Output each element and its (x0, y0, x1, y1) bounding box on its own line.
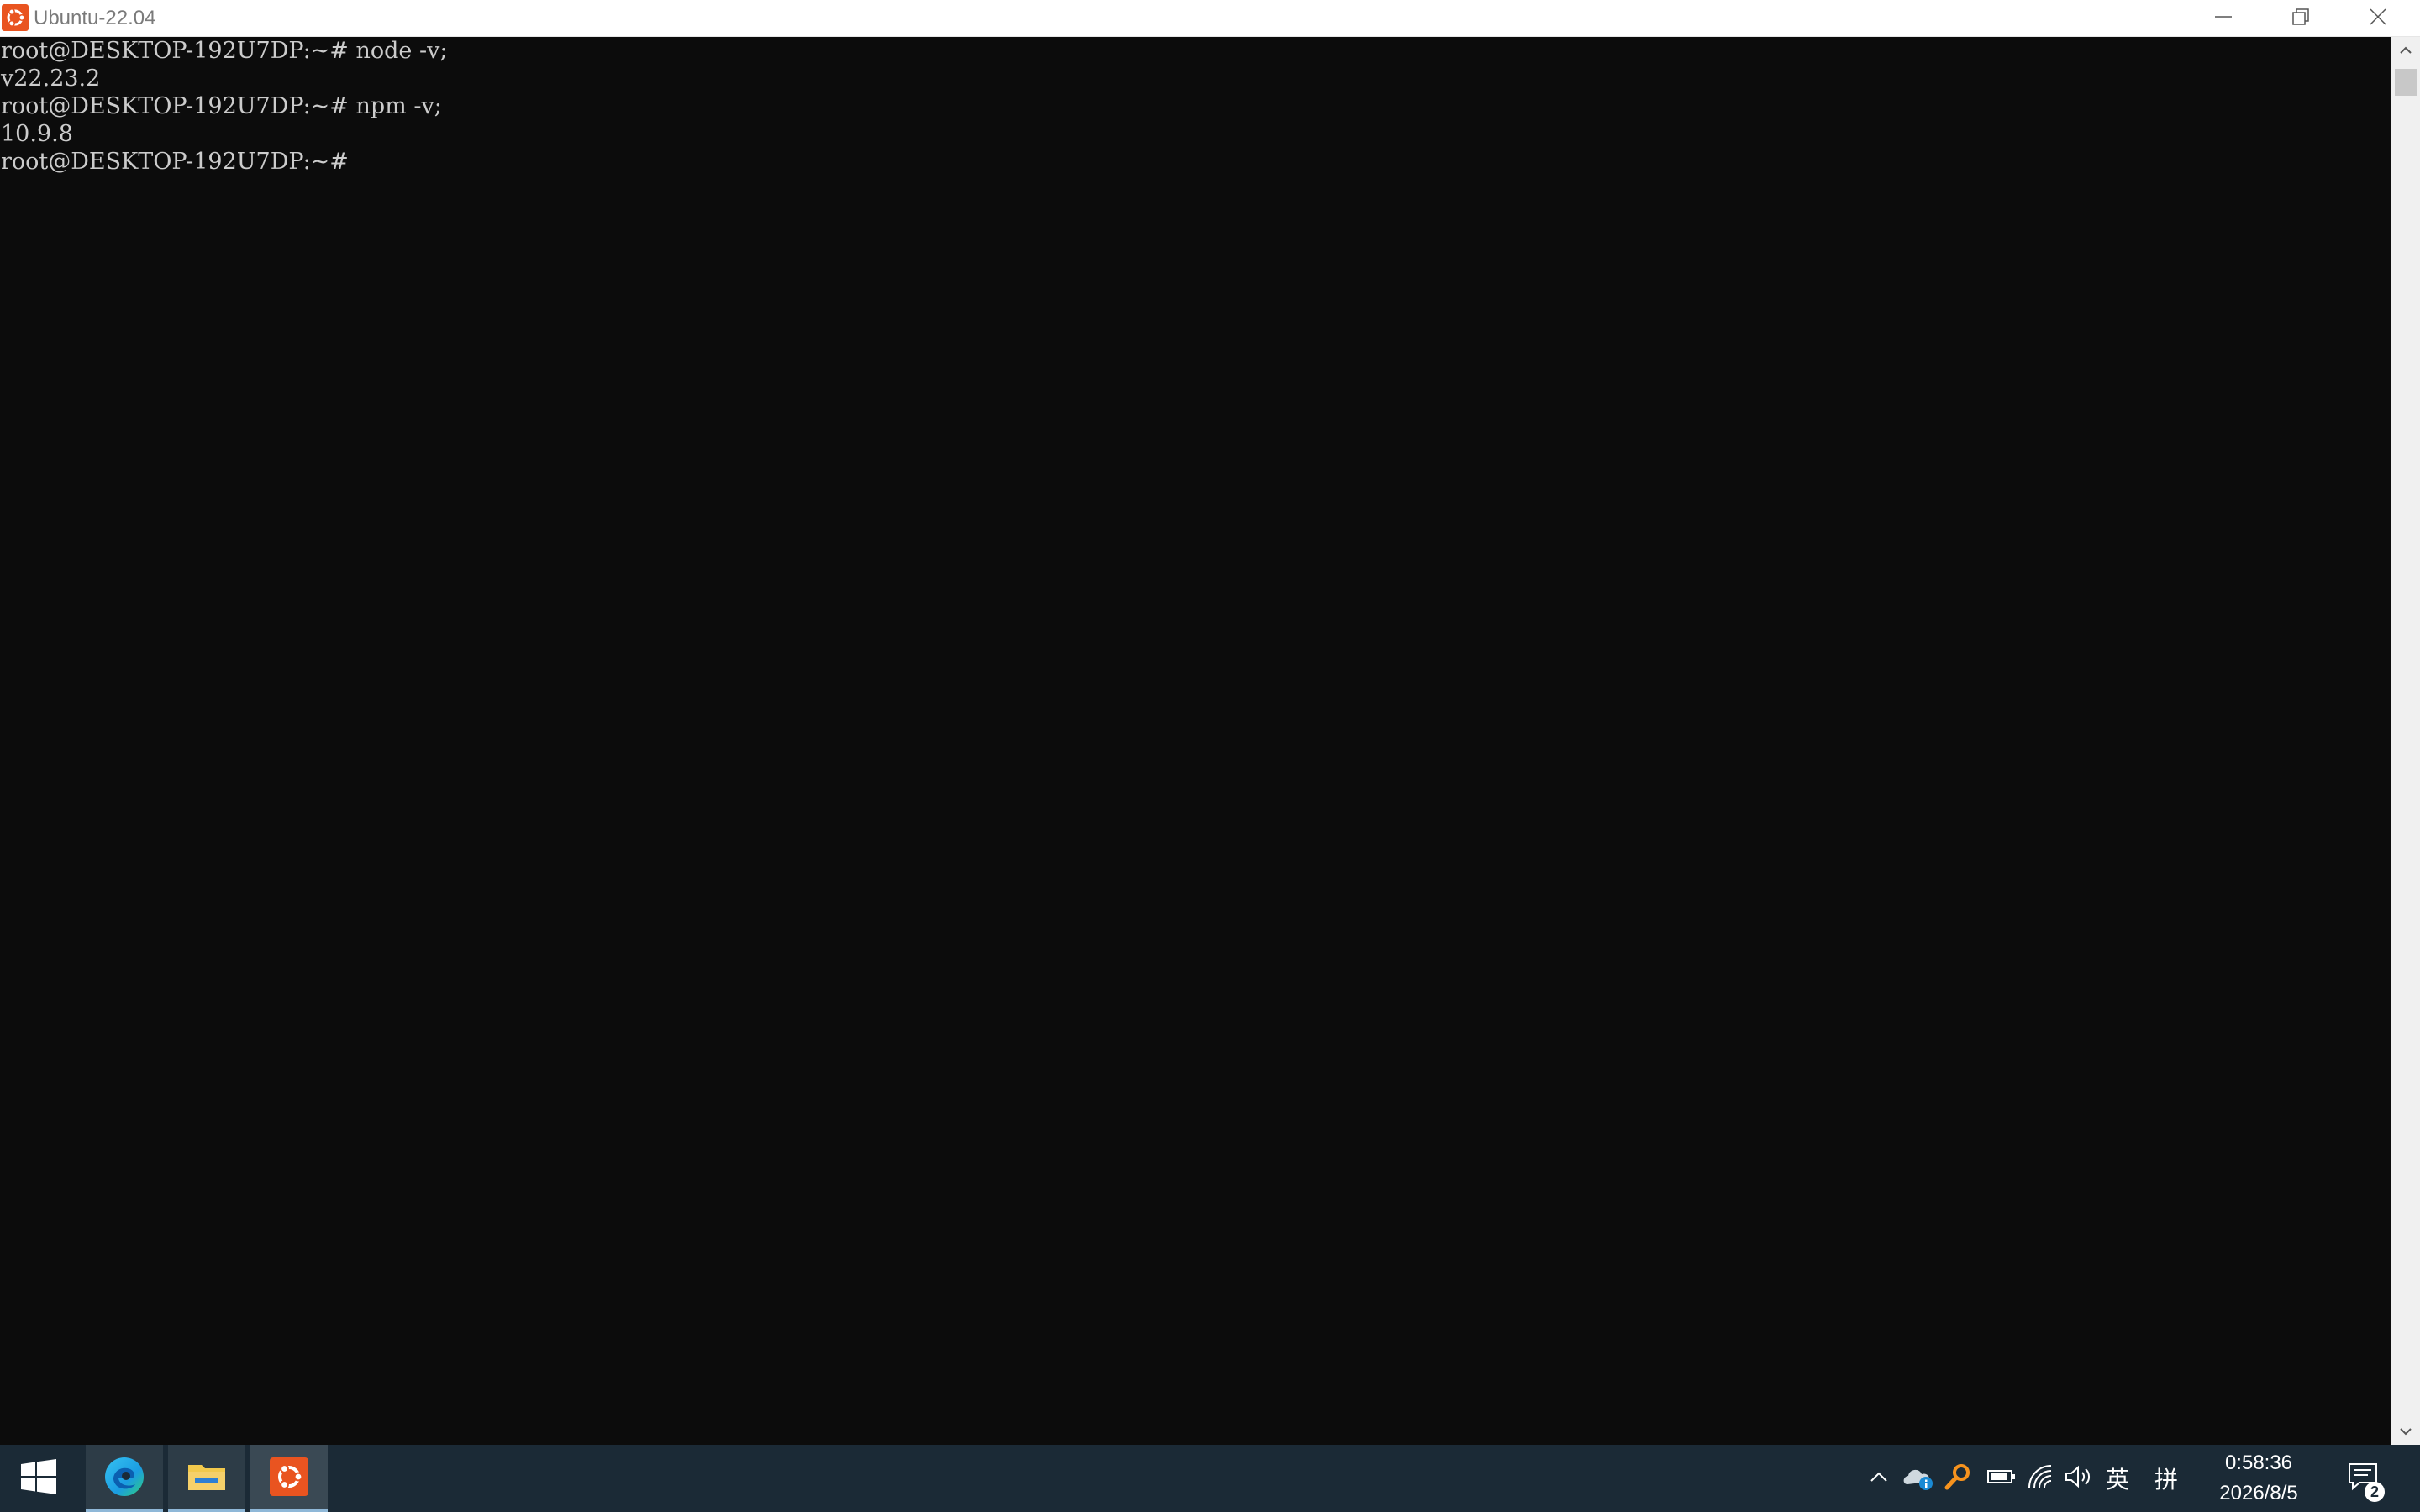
terminal-scrollbar[interactable] (2391, 37, 2420, 1445)
edge-icon (103, 1456, 145, 1501)
terminal-line: v22.23.2 (1, 66, 101, 92)
cloud-info-icon (1901, 1462, 1934, 1494)
show-hidden-icons-button[interactable] (1860, 1445, 1897, 1512)
restore-button[interactable] (2262, 0, 2339, 37)
onedrive-tray-button[interactable] (1899, 1445, 1936, 1512)
window-title: Ubuntu-22.04 (34, 7, 156, 29)
terminal-line: root@DESKTOP-192U7DP:~# node -v; (1, 38, 448, 64)
search-tray-button[interactable] (1939, 1445, 1976, 1512)
wifi-icon (2026, 1464, 2054, 1493)
ime-language-button[interactable]: 英 (2099, 1445, 2136, 1512)
windows-icon (21, 1459, 56, 1498)
terminal-line: root@DESKTOP-192U7DP:~# npm -v; (1, 93, 442, 119)
battery-tray-button[interactable] (1983, 1445, 2020, 1512)
minimize-button[interactable] (2185, 0, 2262, 37)
desktop: Ubuntu-22.04 root@DESKTOP-192U7DP:~# nod… (0, 0, 2420, 1512)
ime-mode-button[interactable]: 拼 (2148, 1445, 2185, 1512)
close-icon (2369, 8, 2387, 29)
taskbar-clock[interactable]: 0:58:36 2026/8/5 (2193, 1445, 2324, 1512)
window-titlebar[interactable]: Ubuntu-22.04 (0, 0, 2420, 37)
ubuntu-icon (270, 1457, 308, 1499)
terminal-output[interactable]: root@DESKTOP-192U7DP:~# node -v; v22.23.… (0, 37, 2391, 1445)
minimize-icon (2214, 8, 2233, 29)
magnifier-icon (1944, 1462, 1972, 1494)
speaker-icon (2064, 1464, 2094, 1493)
taskbar-file-explorer[interactable] (168, 1445, 245, 1512)
chevron-up-icon (2399, 43, 2412, 59)
network-tray-button[interactable] (2022, 1445, 2059, 1512)
ime-mode-label: 拼 (2154, 1466, 2178, 1494)
scroll-up-button[interactable] (2391, 37, 2420, 64)
clock-date: 2026/8/5 (2219, 1482, 2298, 1504)
ubuntu-icon (2, 4, 29, 31)
start-button[interactable] (0, 1445, 77, 1512)
terminal-prompt-line: root@DESKTOP-192U7DP:~# (1, 149, 349, 175)
volume-tray-button[interactable] (2060, 1445, 2097, 1512)
ime-language-label: 英 (2105, 1466, 2129, 1494)
chevron-up-icon (1869, 1470, 1889, 1487)
notification-count-badge: 2 (2365, 1482, 2385, 1502)
scrollbar-thumb[interactable] (2395, 69, 2417, 96)
clock-time: 0:58:36 (2224, 1452, 2293, 1474)
taskbar-edge[interactable] (86, 1445, 163, 1512)
taskbar-ubuntu[interactable] (250, 1445, 328, 1512)
chevron-down-icon (2399, 1424, 2412, 1440)
close-button[interactable] (2339, 0, 2417, 37)
terminal-line: 10.9.8 (1, 121, 73, 147)
taskbar: 英 拼 0:58:36 2026/8/5 2 (0, 1445, 2420, 1512)
action-center-button[interactable]: 2 (2336, 1445, 2390, 1512)
scroll-down-button[interactable] (2391, 1418, 2420, 1445)
restore-icon (2291, 8, 2310, 29)
folder-icon (187, 1460, 227, 1497)
battery-icon (1987, 1468, 2016, 1488)
